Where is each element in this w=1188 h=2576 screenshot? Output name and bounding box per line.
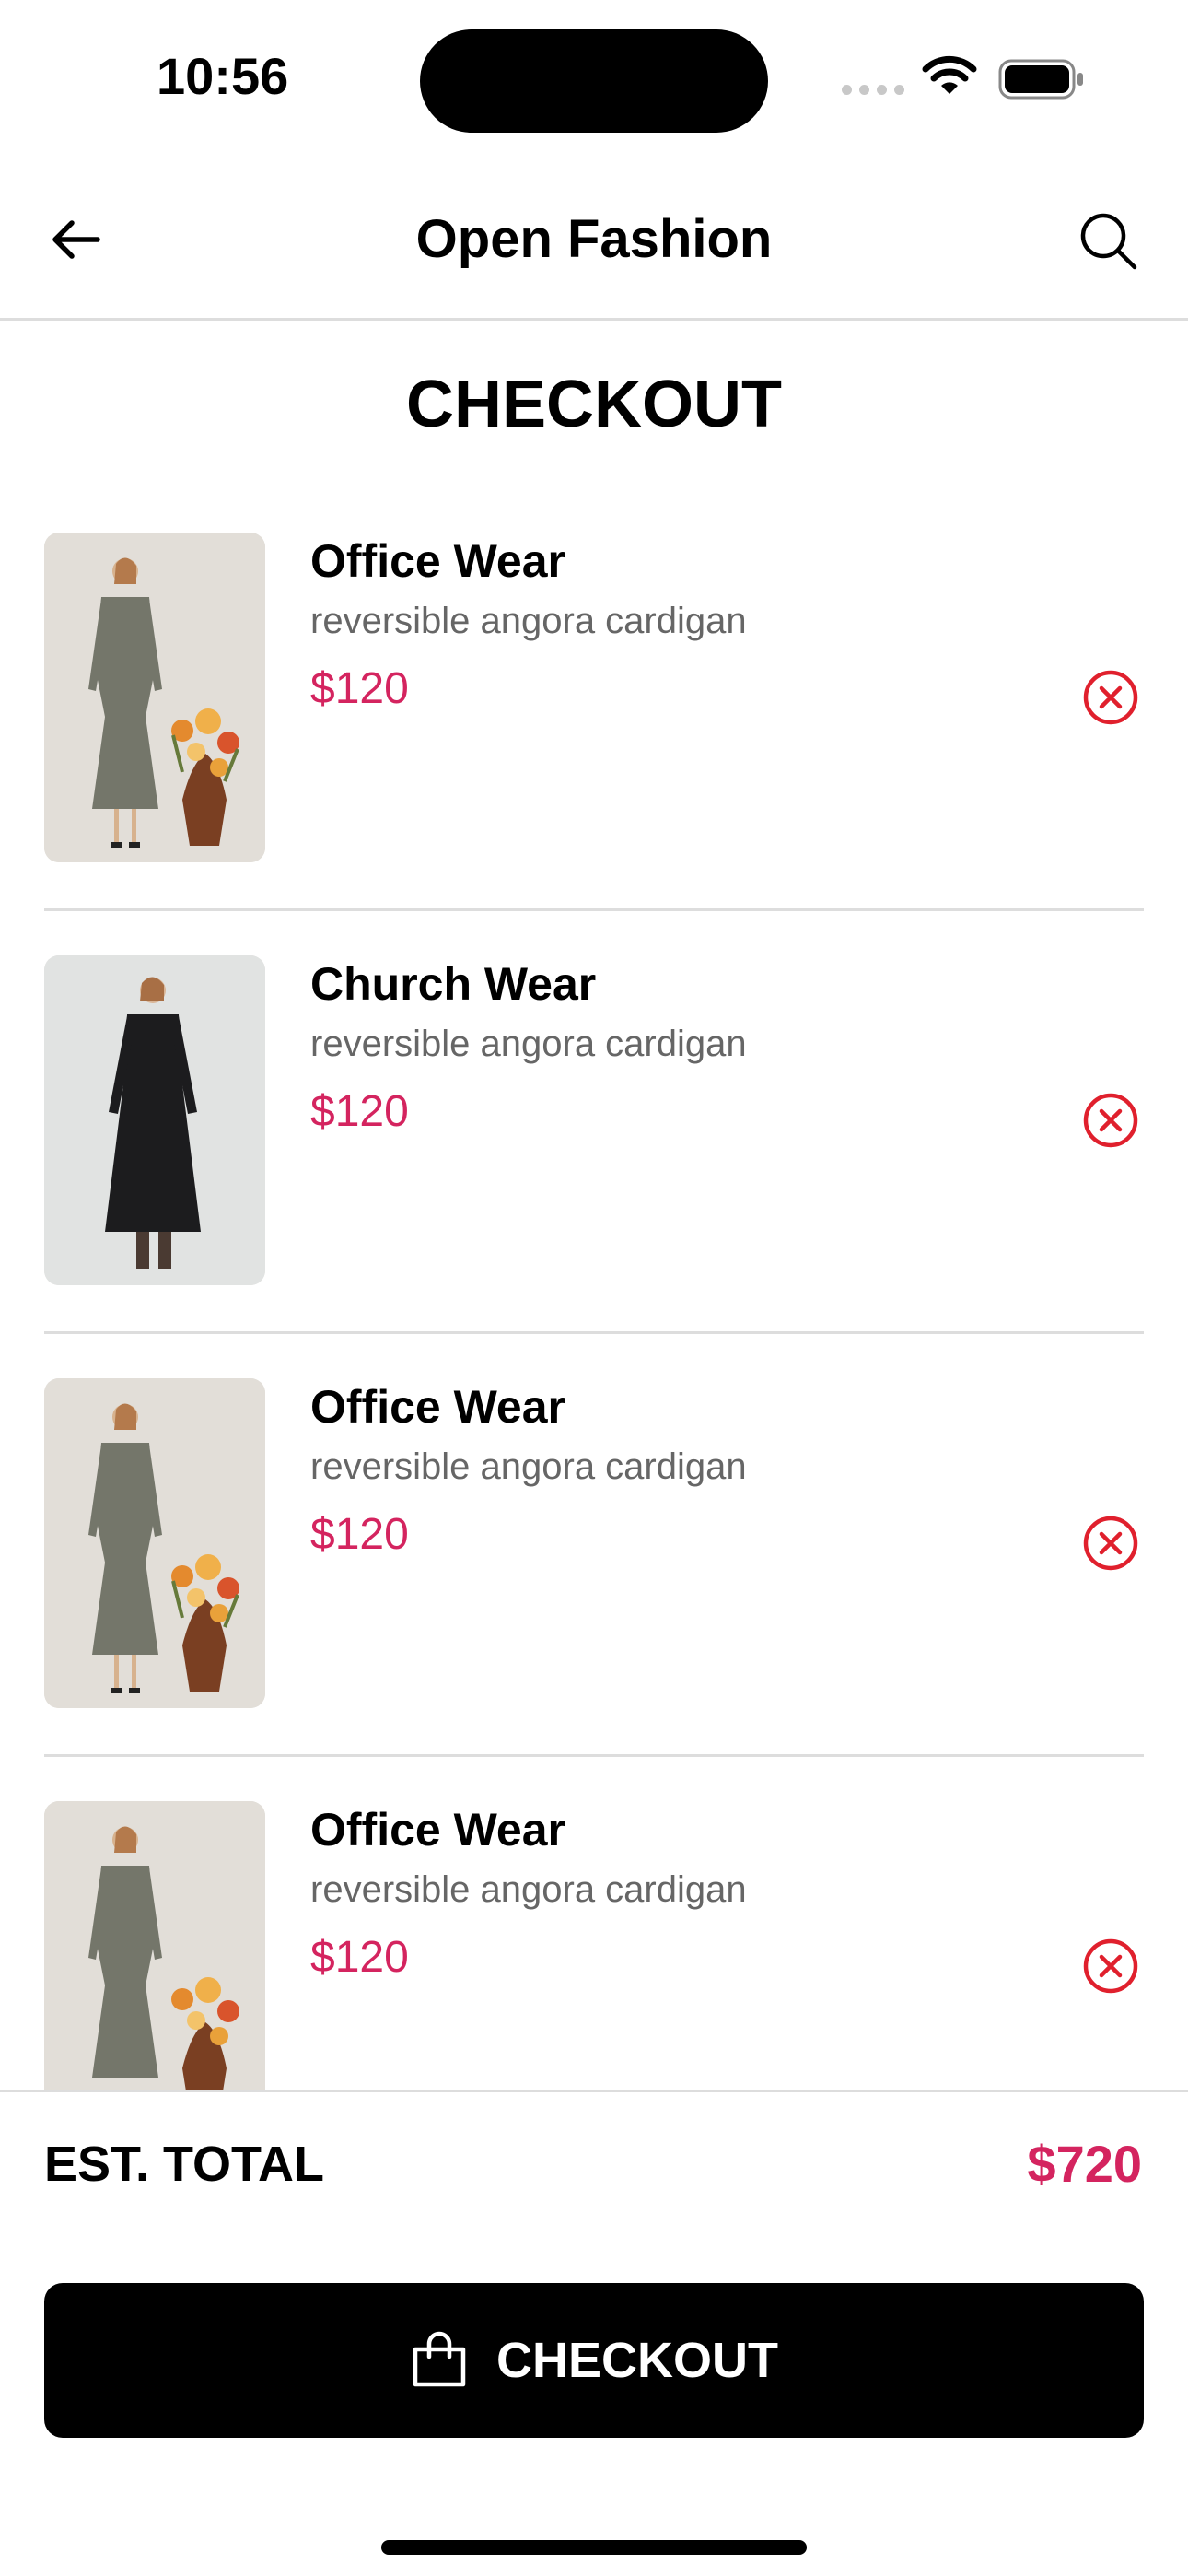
product-description: reversible angora cardigan bbox=[310, 1869, 747, 1910]
checkout-button-label: CHECKOUT bbox=[496, 2333, 778, 2388]
remove-item-icon[interactable] bbox=[1082, 1938, 1139, 1995]
product-description: reversible angora cardigan bbox=[310, 1446, 747, 1487]
product-description: reversible angora cardigan bbox=[310, 1024, 747, 1064]
home-indicator[interactable] bbox=[381, 2540, 807, 2555]
product-image bbox=[44, 1378, 265, 1708]
cart-item[interactable]: Office Wear reversible angora cardigan $… bbox=[0, 1801, 1188, 2091]
shopping-bag-icon bbox=[413, 2331, 466, 2387]
product-name: Office Wear bbox=[310, 1804, 565, 1856]
cart-item[interactable]: Church Wear reversible angora cardigan $… bbox=[0, 955, 1188, 1378]
cart-item[interactable]: Office Wear reversible angora cardigan $… bbox=[0, 533, 1188, 955]
checkout-button[interactable]: CHECKOUT bbox=[44, 2283, 1144, 2438]
remove-item-icon[interactable] bbox=[1082, 669, 1139, 726]
total-value: $720 bbox=[1027, 2135, 1142, 2193]
product-price: $120 bbox=[310, 664, 409, 713]
cart-list[interactable]: Office Wear reversible angora cardigan $… bbox=[0, 0, 1188, 2091]
product-name: Church Wear bbox=[310, 958, 597, 1010]
item-divider bbox=[44, 908, 1144, 911]
remove-item-icon[interactable] bbox=[1082, 1092, 1139, 1149]
footer-divider bbox=[0, 2090, 1188, 2092]
remove-item-icon[interactable] bbox=[1082, 1515, 1139, 1572]
product-image bbox=[44, 955, 265, 1285]
item-divider bbox=[44, 1331, 1144, 1334]
product-image bbox=[44, 1801, 265, 2091]
product-description: reversible angora cardigan bbox=[310, 601, 747, 641]
product-name: Office Wear bbox=[310, 535, 565, 587]
item-divider bbox=[44, 1754, 1144, 1757]
product-price: $120 bbox=[310, 1087, 409, 1136]
product-price: $120 bbox=[310, 1510, 409, 1559]
product-image bbox=[44, 533, 265, 862]
product-name: Office Wear bbox=[310, 1381, 565, 1433]
product-price: $120 bbox=[310, 1933, 409, 1982]
total-label: EST. TOTAL bbox=[44, 2137, 325, 2192]
cart-item[interactable]: Office Wear reversible angora cardigan $… bbox=[0, 1378, 1188, 1801]
